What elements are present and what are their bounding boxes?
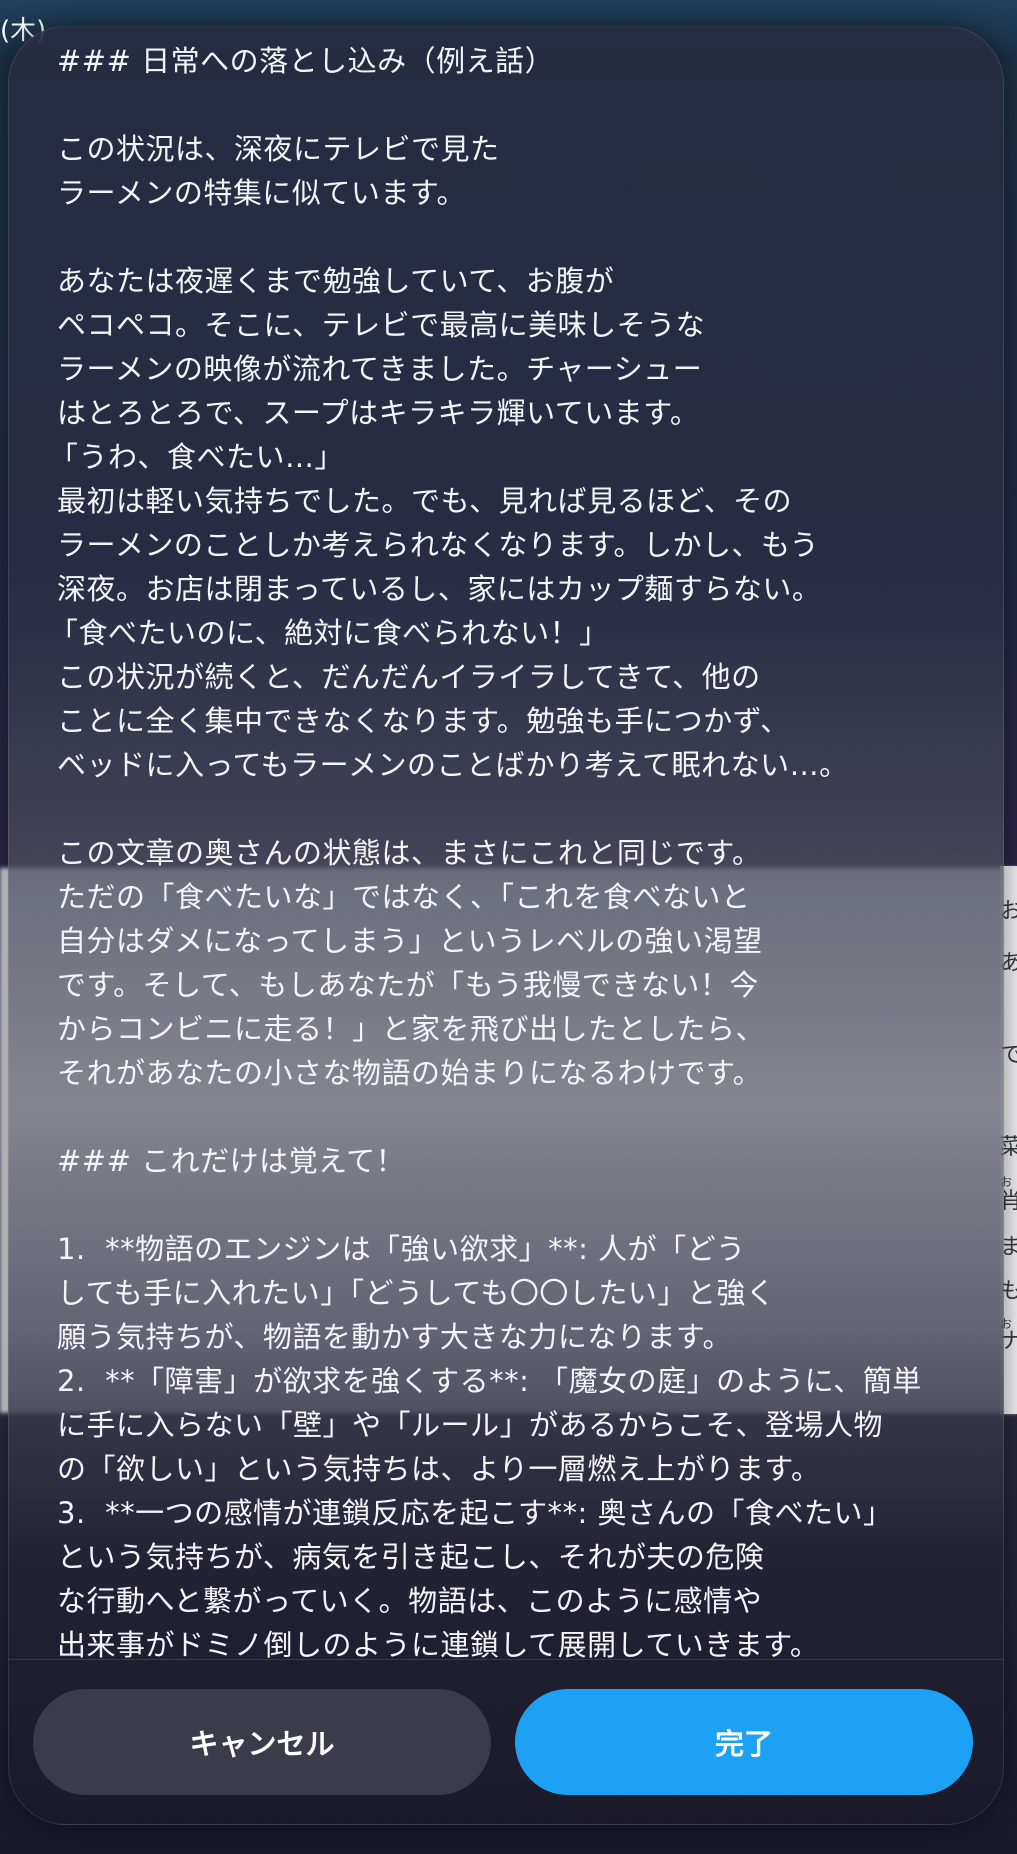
section-heading: ### 日常への落とし込み（例え話） <box>57 44 555 78</box>
text-line: それがあなたの小さな物語の始まりになるわけです。 <box>57 1056 763 1090</box>
text-line: ベッドに入ってもラーメンのことばかり考えて眠れない…。 <box>57 748 849 782</box>
text-line: 深夜。お店は閉まっているし、家にはカップ麺すらない。 <box>57 572 822 606</box>
text-line: ラーメンの特集に似ています。 <box>57 176 466 210</box>
section-heading: ### これだけは覚えて！ <box>57 1144 406 1178</box>
text-line: 最初は軽い気持ちでした。でも、見れば見るほど、その <box>57 484 793 518</box>
text-line <box>57 1183 977 1227</box>
text-line: からコンビニに走る！」と家を飛び出したとしたら、 <box>57 1012 766 1046</box>
cancel-button[interactable]: キャンセル <box>33 1689 491 1795</box>
text-line: この状況は、深夜にテレビで見た <box>57 132 500 166</box>
text-line: あなたは夜遅くまで勉強していて、お腹が <box>57 264 615 298</box>
text-line: ことに全く集中できなくなります。勉強も手につかず、 <box>57 704 790 738</box>
button-divider <box>9 1659 1003 1660</box>
text-editor[interactable]: ### 日常への落とし込み（例え話） この状況は、深夜にテレビで見た ラーメンの特集… <box>57 39 977 1659</box>
text-line: ラーメンの映像が流れてきました。チャーシュー <box>57 352 703 386</box>
text-line: 自分はダメになってしまう」というレベルの強い渇望 <box>57 924 763 958</box>
done-button[interactable]: 完了 <box>515 1689 973 1795</box>
text-line: 3. **一つの感情が連鎖反応を起こす**: 奥さんの「食べたい」 <box>57 1496 893 1530</box>
text-line: という気持ちが、病気を引き起こし、それが夫の危険 <box>57 1540 765 1574</box>
text-line: 1. **物語のエンジンは「強い欲求」**: 人が「どう <box>57 1232 746 1266</box>
text-line: ただの「食べたいな」ではなく、「これを食べないと <box>57 880 751 914</box>
text-line: の「欲しい」という気持ちは、より一層燃え上がります。 <box>57 1452 821 1486</box>
text-line <box>57 787 977 831</box>
text-line: に手に入らない「壁」や「ルール」があるからこそ、登場人物 <box>57 1408 884 1442</box>
text-line: 願う気持ちが、物語を動かす大きな力になります。 <box>57 1320 733 1354</box>
text-line: です。そして、もしあなたが「もう我慢できない！今 <box>57 968 759 1002</box>
text-line: 「うわ、食べたい…」 <box>57 440 345 474</box>
text-edit-sheet: ### 日常への落とし込み（例え話） この状況は、深夜にテレビで見た ラーメンの特集… <box>8 26 1004 1825</box>
text-line: この状況が続くと、だんだんイライラしてきて、他の <box>57 660 761 694</box>
text-line: 出来事がドミノ倒しのように連鎖して展開していきます。 <box>57 1628 820 1659</box>
text-line: はとろとろで、スープはキラキラ輝いています。 <box>57 396 700 430</box>
text-line <box>57 215 977 259</box>
text-line <box>57 83 977 127</box>
text-line: ペコペコ。そこに、テレビで最高に美味しそうな <box>57 308 706 342</box>
text-line: ラーメンのことしか考えられなくなります。しかし、もう <box>57 528 820 562</box>
text-line: 「食べたいのに、絶対に食べられない！」 <box>57 616 609 650</box>
text-line: な行動へと繋がっていく。物語は、このように感情や <box>57 1584 763 1618</box>
text-line <box>57 1095 977 1139</box>
text-line: この文章の奥さんの状態は、まさにこれと同じです。 <box>57 836 762 870</box>
text-line: しても手に入れたい」「どうしても〇〇したい」と強く <box>57 1276 776 1310</box>
text-line: 2. **「障害」が欲求を強くする**: 「魔女の庭」のように、簡単 <box>57 1364 922 1398</box>
